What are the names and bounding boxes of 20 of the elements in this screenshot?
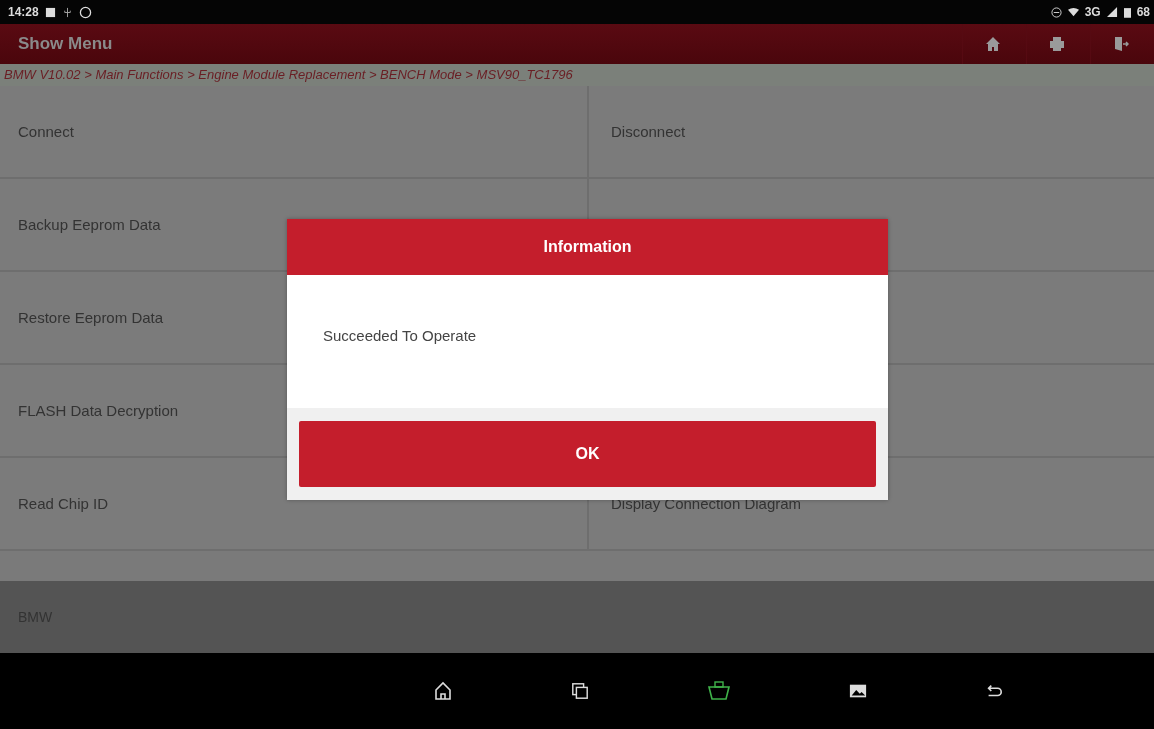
- wifi-icon: [1067, 6, 1079, 18]
- home-icon[interactable]: [433, 681, 453, 701]
- signal-icon: [1106, 6, 1118, 18]
- dialog-title: Information: [287, 219, 888, 275]
- network-type: 3G: [1084, 5, 1101, 19]
- recent-apps-icon[interactable]: [571, 682, 589, 700]
- ok-button[interactable]: OK: [299, 421, 876, 487]
- home-icon: [984, 36, 1001, 52]
- menu-item[interactable]: Connect: [0, 86, 587, 179]
- exit-door-icon: [1112, 36, 1129, 52]
- do-not-disturb-icon: [1050, 6, 1062, 18]
- gallery-icon[interactable]: [849, 682, 867, 700]
- battery-icon: [1123, 6, 1131, 18]
- dialog-message: Succeeded To Operate: [323, 327, 477, 344]
- page-title: Show Menu: [18, 34, 113, 54]
- breadcrumb: BMW V10.02 > Main Functions > Engine Module Replacement > BENCH Mode > MSV90_TC1796: [0, 64, 1154, 86]
- battery-level: 68: [1136, 5, 1150, 19]
- menu-item[interactable]: Disconnect: [587, 86, 1154, 179]
- usb-icon: [61, 6, 73, 18]
- clock: 14:28: [8, 5, 39, 19]
